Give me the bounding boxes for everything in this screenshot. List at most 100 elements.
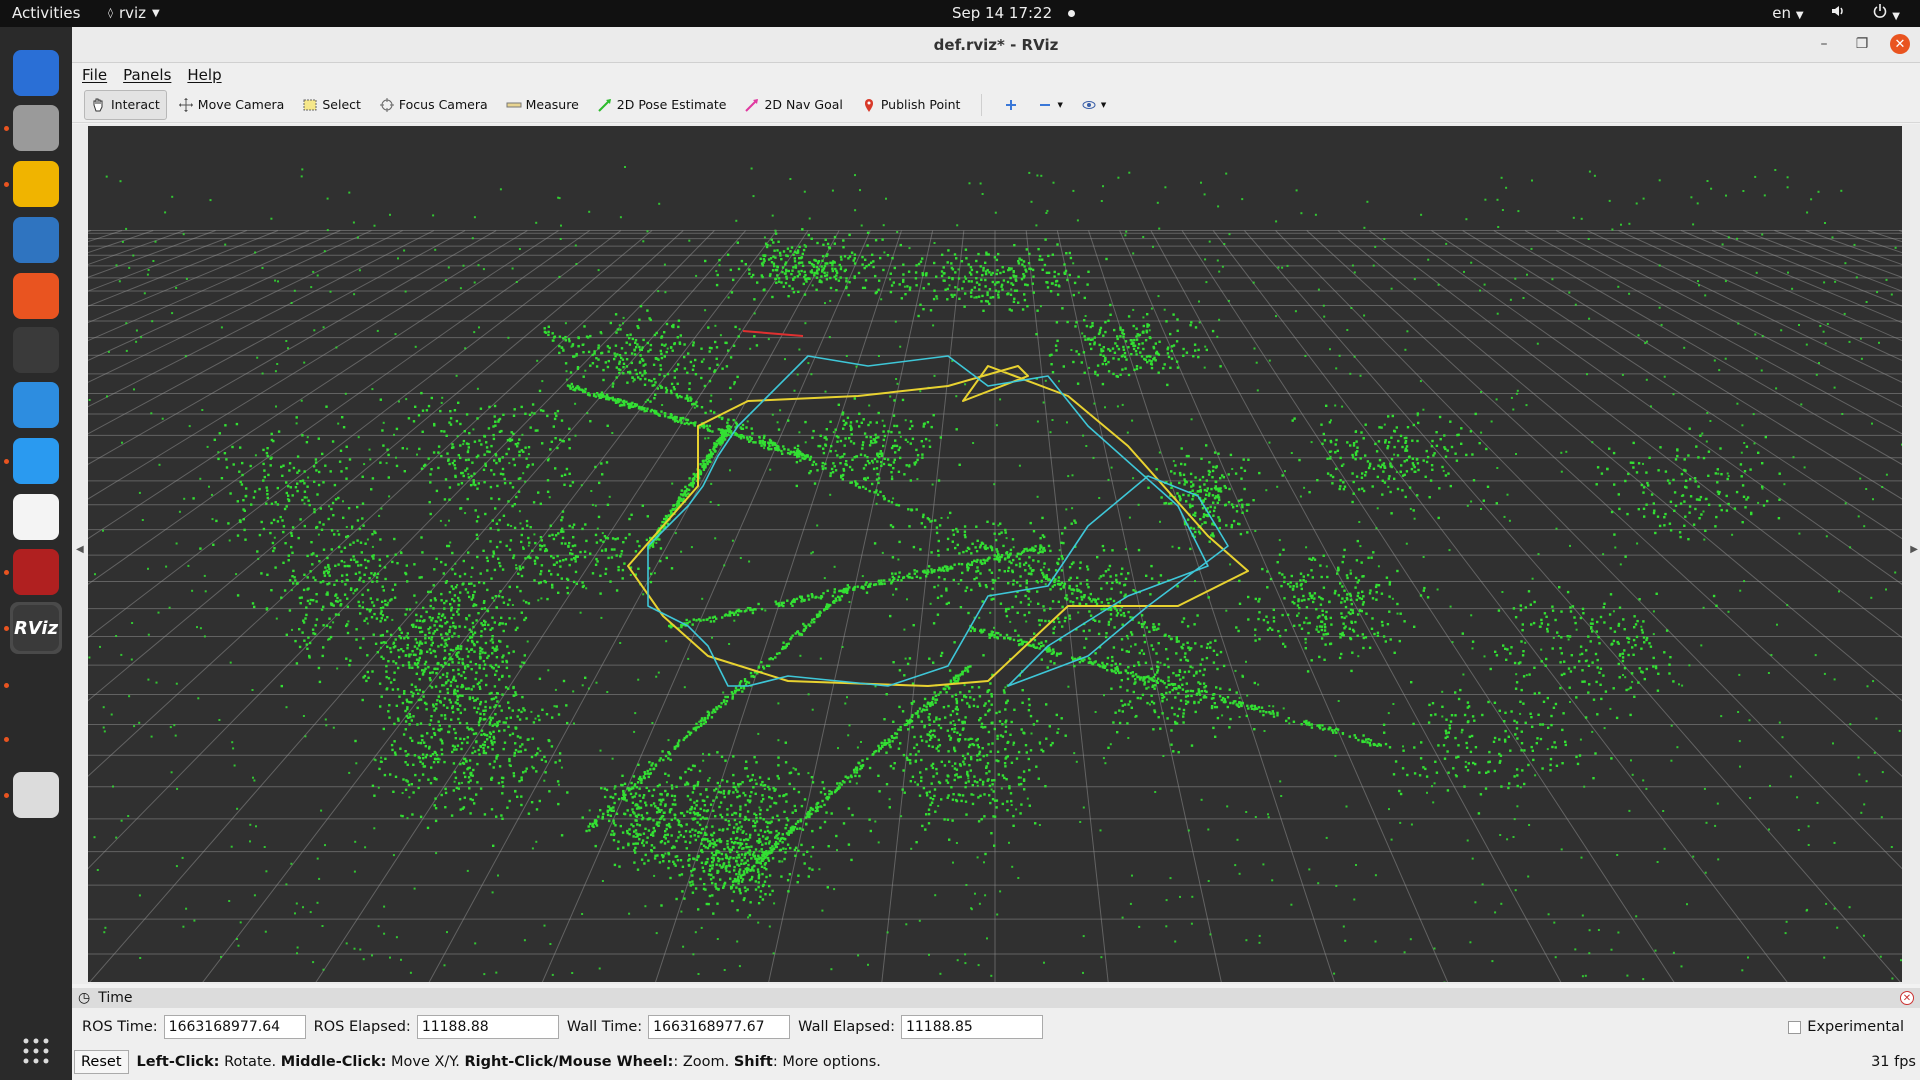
point-cloud-point [1205, 513, 1209, 517]
measure-tool-button[interactable]: Measure [499, 90, 586, 120]
point-cloud-point [938, 718, 941, 721]
point-cloud-point [557, 532, 560, 535]
focus-camera-tool-button[interactable]: Focus Camera [372, 90, 495, 120]
point-cloud-point [527, 602, 531, 605]
point-cloud-point [1049, 744, 1053, 747]
point-cloud-point [472, 633, 475, 636]
point-cloud-point [807, 233, 810, 237]
minimize-icon[interactable]: – [1814, 34, 1834, 54]
menu-file[interactable]: File [82, 66, 107, 84]
point-cloud-point [382, 727, 385, 731]
point-cloud-point [1438, 415, 1442, 419]
power-icon[interactable]: ▼ [1872, 3, 1900, 23]
point-cloud-point [933, 289, 936, 292]
move-camera-tool-button[interactable]: Move Camera [171, 90, 292, 120]
point-cloud-point [1389, 490, 1392, 494]
menu-help[interactable]: Help [187, 66, 221, 84]
dock-help-launcher[interactable] [10, 379, 62, 431]
point-cloud-point [451, 568, 454, 571]
point-cloud-point [695, 858, 699, 862]
point-cloud-point [459, 737, 462, 740]
nav-goal-tool-button[interactable]: 2D Nav Goal [737, 90, 849, 120]
point-cloud-point [610, 548, 614, 551]
point-cloud-point [1569, 610, 1573, 613]
point-cloud-point [319, 507, 322, 510]
point-cloud-point [1114, 342, 1117, 345]
point-cloud-point [933, 794, 936, 798]
maximize-icon[interactable]: ❐ [1852, 34, 1872, 54]
point-cloud-point [437, 728, 440, 731]
point-cloud-point [359, 576, 362, 580]
point-cloud-point [404, 613, 407, 616]
point-cloud-point [927, 822, 931, 825]
point-cloud-point [604, 549, 607, 552]
point-cloud-point [474, 677, 477, 681]
point-cloud-point [468, 697, 472, 701]
activities-button[interactable]: Activities [12, 4, 80, 22]
point-cloud-point [1247, 458, 1250, 461]
language-indicator[interactable]: en ▼ [1772, 4, 1803, 22]
point-cloud-point [888, 806, 891, 809]
point-cloud-point [464, 458, 468, 462]
point-cloud-point [779, 254, 782, 257]
tool-properties-button[interactable]: ▼ [1074, 90, 1113, 120]
3d-scene[interactable] [88, 126, 1902, 982]
show-applications-button[interactable] [10, 1025, 62, 1077]
point-cloud-point [1051, 371, 1055, 374]
dock-search-launcher[interactable] [10, 769, 62, 821]
point-cloud-point [804, 277, 808, 281]
point-cloud-point [336, 600, 339, 603]
point-cloud-point [465, 687, 468, 690]
dock-rviz-launcher[interactable]: RViz [10, 602, 62, 654]
point-cloud-point [308, 641, 312, 645]
point-cloud-point [520, 405, 523, 409]
point-cloud-point [1167, 679, 1170, 682]
publish-point-tool-button[interactable]: Publish Point [854, 90, 968, 120]
interact-tool-button[interactable]: Interact [84, 89, 167, 120]
point-cloud-point [803, 293, 807, 296]
dock-libreoffice-writer-launcher[interactable] [10, 214, 62, 266]
point-cloud-point [1000, 283, 1004, 286]
point-cloud-point [448, 498, 451, 501]
window-titlebar[interactable]: def.rviz* - RViz – ❐ ✕ [72, 27, 1920, 63]
point-cloud-point [503, 482, 507, 485]
point-cloud-point [616, 328, 620, 331]
point-cloud-point [459, 762, 462, 766]
pose-estimate-tool-button[interactable]: 2D Pose Estimate [590, 90, 734, 120]
dock-system-monitor-launcher[interactable] [10, 546, 62, 598]
point-cloud-point [712, 799, 715, 802]
dock-vscode-launcher[interactable] [10, 435, 62, 487]
add-tool-button[interactable] [996, 90, 1026, 120]
volume-icon[interactable] [1830, 3, 1846, 23]
3d-viewport[interactable] [88, 126, 1902, 982]
point-cloud-point [456, 695, 460, 699]
system-tray[interactable]: en ▼ ▼ [1772, 3, 1900, 23]
app-menu[interactable]: ◊ rviz ▼ [108, 4, 160, 22]
point-cloud-point [1513, 661, 1517, 665]
select-tool-button[interactable]: Select [295, 90, 368, 120]
point-cloud-point [423, 619, 426, 622]
point-cloud-point [471, 751, 474, 755]
point-cloud-point [495, 656, 499, 659]
dock-rhythmbox-launcher[interactable] [10, 158, 62, 210]
dock-text-editor-launcher[interactable] [10, 491, 62, 543]
point-cloud-point [446, 452, 449, 455]
dock-thunderbird-launcher[interactable] [10, 47, 62, 99]
point-cloud-point [1408, 486, 1412, 489]
point-cloud-point [1098, 331, 1102, 334]
dock-ubuntu-software-launcher[interactable] [10, 270, 62, 322]
dock-terminal-launcher[interactable] [10, 324, 62, 376]
point-cloud-point [776, 774, 779, 778]
collapse-left-icon[interactable]: ◀ [76, 544, 84, 555]
remove-tool-button[interactable]: ▼ [1030, 90, 1069, 120]
point-cloud-point [1066, 278, 1069, 282]
point-cloud-point [470, 771, 473, 775]
dock-files-launcher[interactable] [10, 102, 62, 154]
clock[interactable]: Sep 14 17:22 [952, 4, 1076, 22]
close-icon[interactable]: ✕ [1890, 34, 1910, 54]
point-cloud-point [946, 287, 949, 291]
point-cloud-point [375, 580, 379, 583]
point-cloud-point [502, 473, 505, 476]
point-cloud-point [333, 583, 336, 586]
menu-panels[interactable]: Panels [123, 66, 171, 84]
